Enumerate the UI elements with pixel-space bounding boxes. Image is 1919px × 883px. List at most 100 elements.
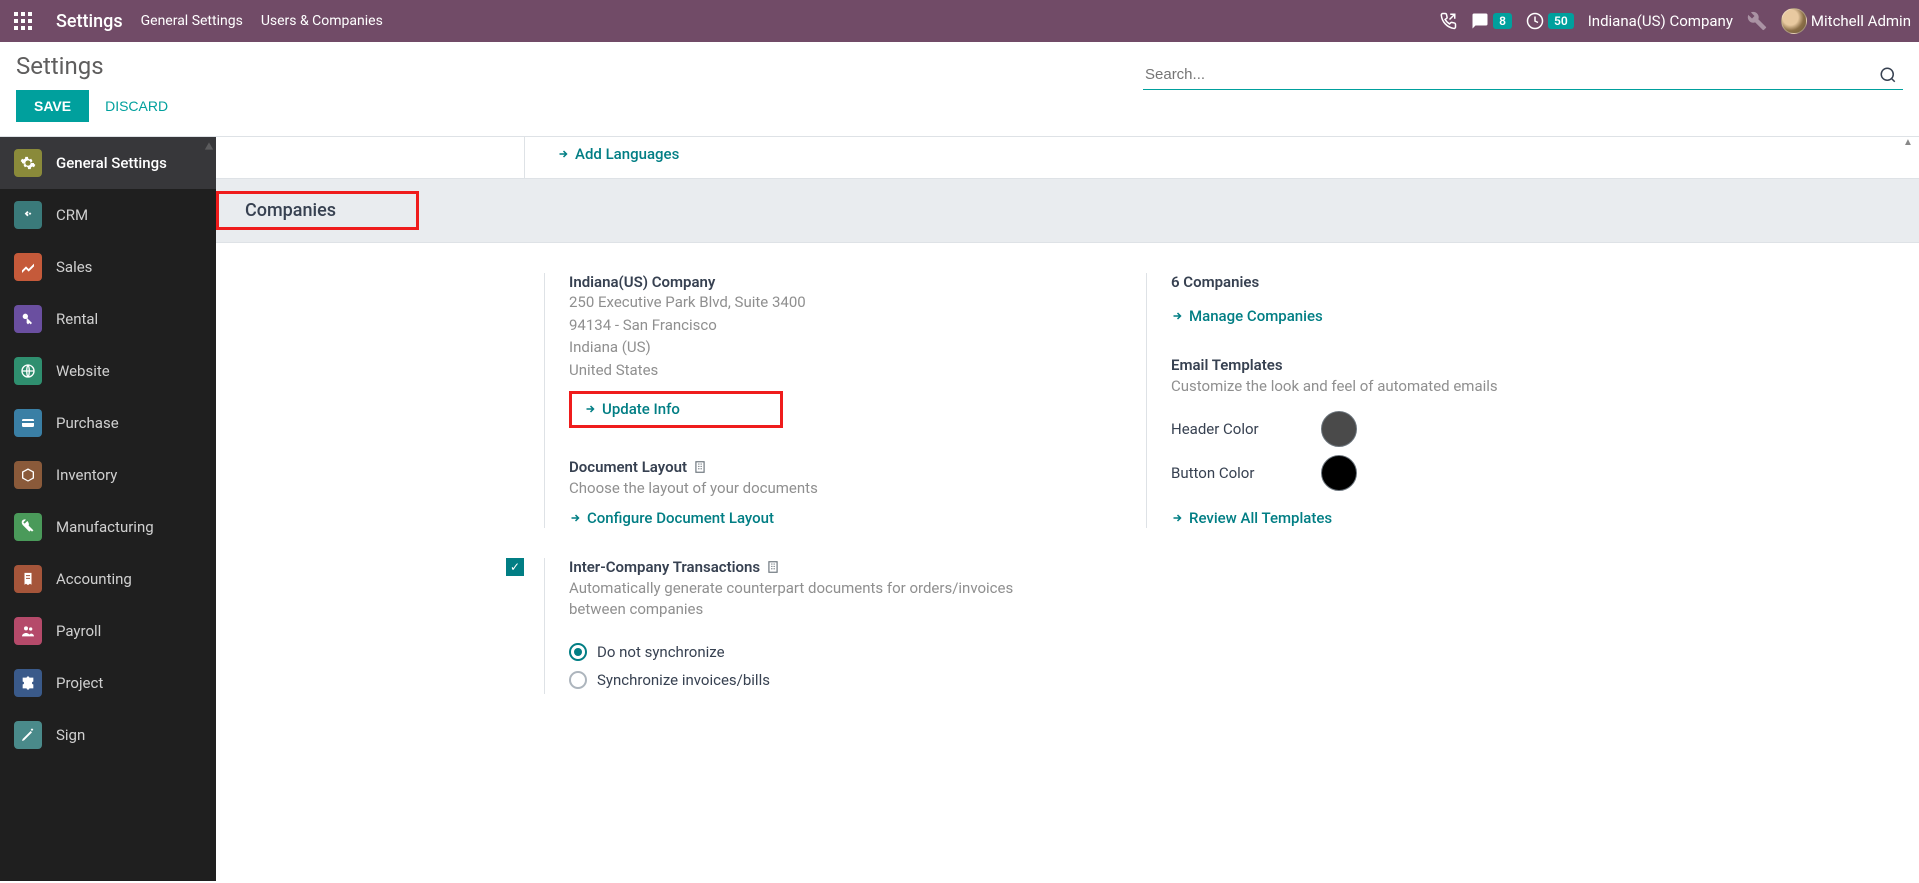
sidebar-item-label: Inventory	[56, 466, 117, 484]
navbar-company[interactable]: Indiana(US) Company	[1588, 12, 1733, 30]
search-input[interactable]	[1143, 60, 1873, 89]
sidebar-item-sales[interactable]: Sales	[0, 241, 216, 293]
apps-icon[interactable]	[12, 10, 34, 32]
radio-label: Synchronize invoices/bills	[597, 671, 770, 689]
sidebar-item-label: Accounting	[56, 570, 132, 588]
box-icon	[14, 461, 42, 489]
sidebar-item-label: Sign	[56, 726, 85, 744]
radio-do-not-sync[interactable]: Do not synchronize	[569, 638, 1066, 666]
puzzle-icon	[14, 669, 42, 697]
page-title: Settings	[16, 52, 172, 80]
sidebar-item-website[interactable]: Website	[0, 345, 216, 397]
sidebar-item-label: CRM	[56, 206, 88, 224]
messages-badge: 8	[1493, 13, 1512, 29]
discard-button[interactable]: DISCARD	[101, 90, 172, 122]
search-icon[interactable]	[1873, 66, 1903, 84]
enterprise-icon	[693, 460, 707, 474]
email-templates-desc: Customize the look and feel of automated…	[1171, 376, 1666, 397]
clock-badge: 50	[1548, 13, 1574, 29]
sidebar-item-project[interactable]: Project	[0, 657, 216, 709]
sidebar-item-inventory[interactable]: Inventory	[0, 449, 216, 501]
wrench-icon	[14, 513, 42, 541]
add-languages-link[interactable]: Add Languages	[557, 145, 679, 163]
clock-icon[interactable]: 50	[1526, 12, 1574, 30]
avatar	[1781, 8, 1807, 34]
sidebar-item-label: Sales	[56, 258, 92, 276]
doc-layout-desc: Choose the layout of your documents	[569, 478, 1066, 499]
sidebar-item-manufacturing[interactable]: Manufacturing	[0, 501, 216, 553]
sidebar-item-sign[interactable]: Sign	[0, 709, 216, 761]
sidebar-item-accounting[interactable]: Accounting	[0, 553, 216, 605]
radio-dot	[569, 671, 587, 689]
configure-layout-link[interactable]: Configure Document Layout	[569, 509, 774, 527]
section-header-companies: Companies	[216, 178, 1919, 243]
body: General Settings CRM Sales Rental Websit…	[0, 137, 1919, 881]
people-icon	[14, 617, 42, 645]
manage-companies-link[interactable]: Manage Companies	[1171, 307, 1323, 325]
debug-icon[interactable]	[1747, 11, 1767, 31]
button-color-label: Button Color	[1171, 464, 1281, 482]
pen-icon	[14, 721, 42, 749]
enterprise-icon	[766, 560, 780, 574]
sidebar-item-label: Project	[56, 674, 103, 692]
radio-label: Do not synchronize	[597, 643, 725, 661]
company-state: Indiana (US)	[569, 336, 1066, 359]
link-label: Update Info	[602, 400, 680, 418]
radio-sync-invoices[interactable]: Synchronize invoices/bills	[569, 666, 1066, 694]
invoice-icon	[14, 565, 42, 593]
sidebar-item-label: Website	[56, 362, 110, 380]
header-color-swatch[interactable]	[1321, 411, 1357, 447]
save-button[interactable]: SAVE	[16, 90, 89, 122]
sidebar: General Settings CRM Sales Rental Websit…	[0, 137, 216, 881]
sidebar-item-crm[interactable]: CRM	[0, 189, 216, 241]
handshake-icon	[14, 201, 42, 229]
companies-count: 6 Companies	[1171, 273, 1666, 291]
header-color-label: Header Color	[1171, 420, 1281, 438]
doc-layout-title: Document Layout	[569, 458, 1066, 476]
sidebar-item-purchase[interactable]: Purchase	[0, 397, 216, 449]
company-country: United States	[569, 359, 1066, 382]
sidebar-item-label: Payroll	[56, 622, 101, 640]
link-label: Add Languages	[575, 145, 679, 163]
menu-general-settings[interactable]: General Settings	[141, 13, 243, 29]
navbar-username: Mitchell Admin	[1811, 12, 1911, 30]
company-addr2: 94134 - San Francisco	[569, 314, 1066, 337]
link-label: Configure Document Layout	[587, 509, 774, 527]
review-templates-link[interactable]: Review All Templates	[1171, 509, 1332, 527]
sidebar-item-label: Rental	[56, 310, 98, 328]
content-area: ▲ Add Languages Companies Indiana(US)	[216, 137, 1919, 881]
update-info-link[interactable]: Update Info	[584, 400, 680, 418]
menu-users-companies[interactable]: Users & Companies	[261, 13, 383, 29]
control-panel: Settings SAVE DISCARD	[0, 42, 1919, 137]
intercompany-desc: Automatically generate counterpart docum…	[569, 578, 1066, 620]
link-label: Review All Templates	[1189, 509, 1332, 527]
company-name: Indiana(US) Company	[569, 273, 1066, 291]
card-icon	[14, 409, 42, 437]
navbar-brand[interactable]: Settings	[56, 11, 123, 32]
sidebar-item-payroll[interactable]: Payroll	[0, 605, 216, 657]
user-menu[interactable]: Mitchell Admin	[1781, 8, 1911, 34]
sync-radio-group: Do not synchronize Synchronize invoices/…	[569, 638, 1066, 694]
messages-icon[interactable]: 8	[1471, 12, 1512, 30]
intercompany-title: Inter-Company Transactions	[569, 558, 1066, 576]
sidebar-item-general-settings[interactable]: General Settings	[0, 137, 216, 189]
content-scroll-up[interactable]: ▲	[1903, 137, 1917, 151]
button-color-swatch[interactable]	[1321, 455, 1357, 491]
top-navbar: Settings General Settings Users & Compan…	[0, 0, 1919, 42]
globe-icon	[14, 357, 42, 385]
sidebar-item-label: Purchase	[56, 414, 119, 432]
section-title: Companies	[245, 200, 336, 221]
sidebar-item-label: Manufacturing	[56, 518, 154, 536]
sidebar-item-label: General Settings	[56, 154, 167, 172]
gear-icon	[14, 149, 42, 177]
navbar-right: 8 50 Indiana(US) Company Mitchell Admin	[1439, 8, 1911, 34]
email-templates-title: Email Templates	[1171, 356, 1666, 374]
link-label: Manage Companies	[1189, 307, 1323, 325]
chart-icon	[14, 253, 42, 281]
company-addr1: 250 Executive Park Blvd, Suite 3400	[569, 291, 1066, 314]
phone-icon[interactable]	[1439, 12, 1457, 30]
sidebar-item-rental[interactable]: Rental	[0, 293, 216, 345]
search-wrap	[1143, 60, 1903, 90]
intercompany-checkbox[interactable]: ✓	[506, 558, 524, 576]
key-icon	[14, 305, 42, 333]
